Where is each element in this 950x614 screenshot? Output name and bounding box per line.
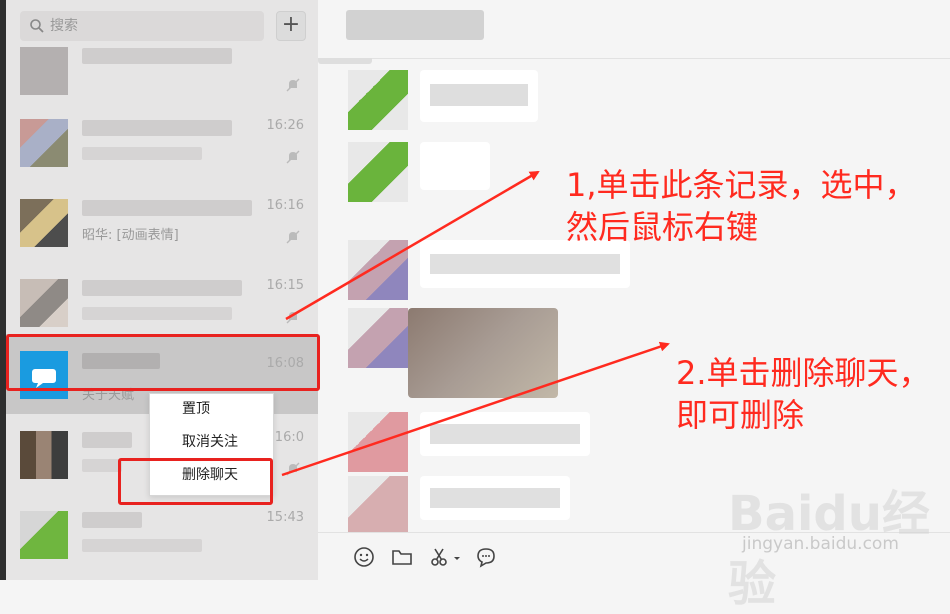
annotation-step1-line2: 然后鼠标右键: [566, 208, 759, 246]
arrow-step1: [285, 170, 540, 321]
arrow-step2: [281, 341, 670, 477]
watermark-url: jingyan.baidu.com: [742, 534, 899, 554]
annotation-step2-line2: 即可删除: [676, 396, 805, 434]
annotation-step1-line1: 1,单击此条记录，选中，: [566, 166, 917, 204]
annotation-step2-line1: 2.单击删除聊天，: [676, 354, 931, 392]
